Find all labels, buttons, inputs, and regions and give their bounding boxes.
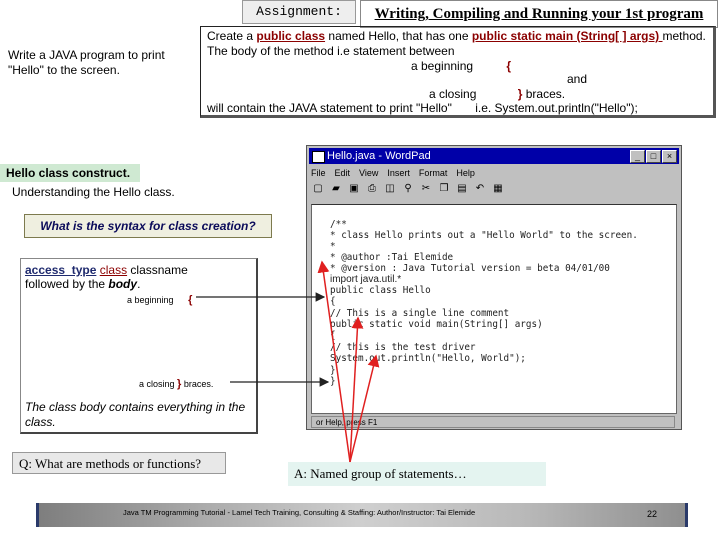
page-number: 22 [647, 509, 658, 519]
arrow-method-pointer [317, 260, 351, 463]
arrow-method-pointer [349, 354, 380, 463]
footer-bar: Java TM Programming Tutorial - Lamel Tec… [36, 503, 688, 527]
arrow-method-pointer [349, 316, 364, 463]
annotation-arrows [196, 260, 380, 463]
footer-text: Java TM Programming Tutorial - Lamel Tec… [123, 508, 476, 517]
